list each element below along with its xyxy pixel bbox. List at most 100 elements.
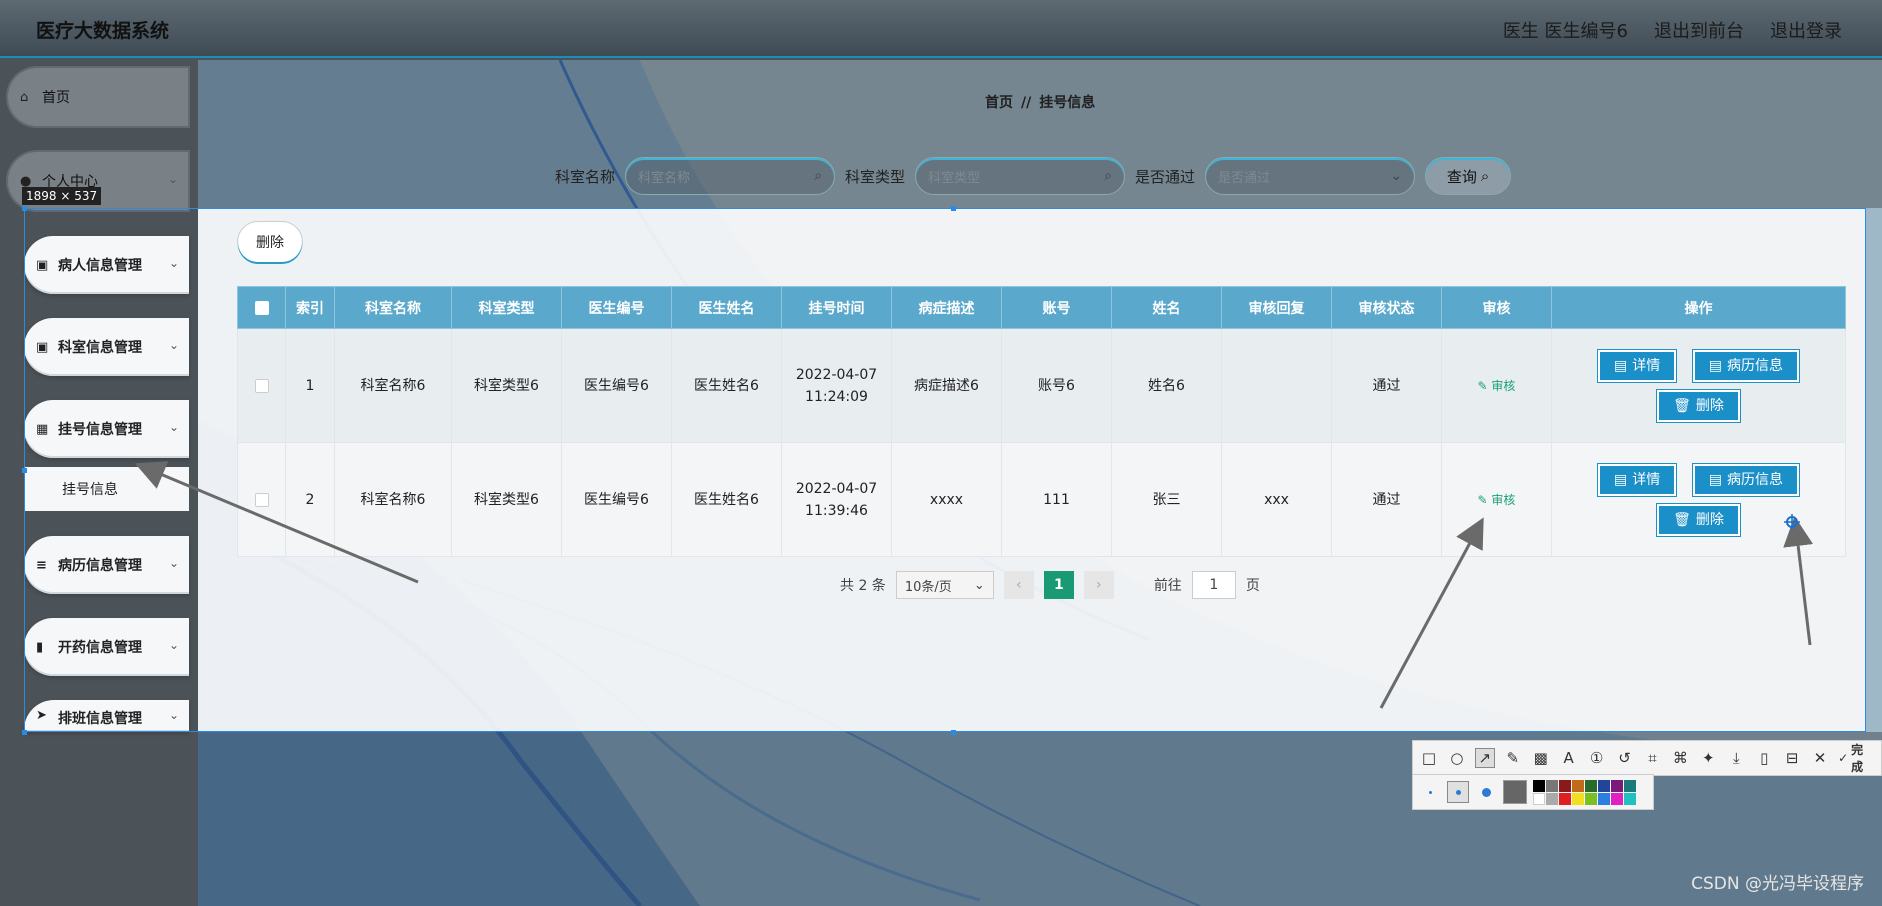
ocr-icon[interactable]: ⌗ bbox=[1643, 749, 1663, 767]
query-button[interactable]: 查询 ⌕ bbox=[1425, 157, 1512, 195]
medical-record-button[interactable]: ▤ 病历信息 bbox=[1692, 463, 1799, 496]
selection-handle[interactable] bbox=[951, 206, 956, 211]
column-header: 审核状态 bbox=[1331, 286, 1442, 329]
document-icon: ▤ bbox=[1614, 357, 1628, 374]
table-row: 2 科室名称6 科室类型6 医生编号6 医生姓名6 2022-04-07 11:… bbox=[237, 442, 1846, 557]
select-all-checkbox[interactable] bbox=[254, 300, 269, 315]
trash-icon: 🗑 bbox=[1673, 397, 1691, 414]
next-page-button[interactable]: › bbox=[1083, 571, 1114, 599]
detail-button[interactable]: ▤ 详情 bbox=[1598, 349, 1677, 382]
cell-index: 1 bbox=[285, 328, 335, 443]
sidebar-item-label: 首页 bbox=[42, 90, 70, 106]
color-swatch[interactable] bbox=[1598, 792, 1610, 805]
color-swatches bbox=[1533, 779, 1636, 805]
color-swatch[interactable] bbox=[1559, 792, 1571, 805]
ellipse-icon[interactable]: ○ bbox=[1447, 749, 1467, 767]
mosaic-icon[interactable]: ▩ bbox=[1531, 749, 1551, 767]
color-swatch[interactable] bbox=[1546, 792, 1558, 805]
color-swatch[interactable] bbox=[1611, 792, 1623, 805]
goto-page-input[interactable]: 1 bbox=[1191, 571, 1236, 599]
color-swatch[interactable] bbox=[1585, 779, 1597, 792]
phone-icon[interactable]: ▯ bbox=[1754, 749, 1774, 767]
cell-index: 2 bbox=[285, 442, 335, 557]
color-swatch[interactable] bbox=[1546, 779, 1558, 792]
goto-label: 前往 bbox=[1153, 578, 1182, 594]
sidebar-item-home[interactable]: ⌂ 首页 bbox=[8, 68, 188, 126]
selection-handle[interactable] bbox=[22, 730, 27, 735]
rectangle-icon[interactable]: □ bbox=[1419, 749, 1439, 767]
pass-status-label: 是否通过 bbox=[1135, 167, 1196, 186]
pencil-icon[interactable]: ✎ bbox=[1503, 749, 1523, 767]
cancel-icon[interactable]: ✕ bbox=[1810, 749, 1830, 767]
undo-icon[interactable]: ↺ bbox=[1615, 749, 1635, 767]
breadcrumb-home[interactable]: 首页 bbox=[985, 95, 1013, 111]
brush-size-small[interactable] bbox=[1419, 781, 1441, 803]
page-unit-label: 页 bbox=[1245, 578, 1260, 594]
logout-link[interactable]: 退出登录 bbox=[1770, 17, 1842, 43]
color-swatch[interactable] bbox=[1533, 779, 1545, 792]
text-tool-icon[interactable]: A bbox=[1559, 749, 1579, 767]
registration-table: 索引 科室名称 科室类型 医生编号 医生姓名 挂号时间 病症描述 账号 姓名 审… bbox=[237, 286, 1846, 557]
color-swatch[interactable] bbox=[1533, 792, 1545, 805]
row-checkbox[interactable] bbox=[254, 378, 269, 393]
audit-link[interactable]: ✎ 审核 bbox=[1478, 493, 1516, 507]
page-size-select[interactable]: 10条/页 ⌄ bbox=[895, 571, 994, 599]
total-count: 共 2 条 bbox=[840, 578, 886, 594]
color-swatch[interactable] bbox=[1572, 779, 1584, 792]
color-swatch[interactable] bbox=[1572, 792, 1584, 805]
selection-handle[interactable] bbox=[22, 468, 27, 473]
dept-name-placeholder: 科室名称 bbox=[638, 170, 691, 186]
cell-desc: xxxx bbox=[891, 442, 1002, 557]
detail-button[interactable]: ▤ 详情 bbox=[1598, 463, 1677, 496]
done-button[interactable]: ✓ 完成 bbox=[1838, 741, 1875, 775]
column-header: 审核 bbox=[1441, 286, 1552, 329]
selection-handle[interactable] bbox=[22, 206, 27, 211]
breadcrumb: 首页 // 挂号信息 bbox=[985, 92, 1095, 112]
arrow-tool-icon[interactable]: ↗ bbox=[1474, 748, 1495, 768]
download-icon[interactable]: ⤓ bbox=[1726, 749, 1746, 767]
pass-status-placeholder: 是否通过 bbox=[1218, 170, 1271, 186]
cell-audit: ✎ 审核 bbox=[1441, 328, 1552, 443]
delete-row-button-label: 删除 bbox=[1695, 511, 1724, 528]
color-swatch[interactable] bbox=[1611, 779, 1623, 792]
color-swatch[interactable] bbox=[1624, 779, 1636, 792]
selection-size-label: 1898 × 537 bbox=[22, 187, 102, 205]
dept-name-input[interactable]: 科室名称 ⌕ bbox=[625, 157, 836, 195]
select-all-cell bbox=[237, 286, 286, 329]
pass-status-select[interactable]: 是否通过 ⌄ bbox=[1205, 157, 1416, 195]
batch-delete-button[interactable]: 删除 bbox=[238, 222, 302, 262]
dept-type-input[interactable]: 科室类型 ⌕ bbox=[915, 157, 1126, 195]
cell-type: 科室类型6 bbox=[451, 442, 562, 557]
page-size-value: 10条/页 bbox=[904, 579, 952, 595]
cell-time: 2022-04-07 11:24:09 bbox=[781, 328, 892, 443]
pin-icon[interactable]: ✦ bbox=[1698, 749, 1718, 767]
color-swatch[interactable] bbox=[1598, 779, 1610, 792]
color-swatch[interactable] bbox=[1585, 792, 1597, 805]
selection-handle[interactable] bbox=[951, 730, 956, 735]
cell-account: 账号6 bbox=[1001, 328, 1112, 443]
number-marker-icon[interactable]: ① bbox=[1587, 749, 1607, 767]
delete-row-button[interactable]: 🗑 删除 bbox=[1657, 503, 1740, 536]
search-icon: ⌕ bbox=[1480, 167, 1490, 185]
column-header: 姓名 bbox=[1111, 286, 1222, 329]
color-swatch[interactable] bbox=[1559, 779, 1571, 792]
back-to-front-link[interactable]: 退出到前台 bbox=[1654, 17, 1744, 43]
audit-link[interactable]: ✎ 审核 bbox=[1478, 379, 1516, 393]
translate-icon[interactable]: ⌘ bbox=[1670, 749, 1690, 767]
row-checkbox[interactable] bbox=[254, 492, 269, 507]
row-checkbox-cell bbox=[237, 328, 286, 443]
cell-reply: xxx bbox=[1221, 442, 1332, 557]
color-swatch[interactable] bbox=[1624, 792, 1636, 805]
delete-row-button[interactable]: 🗑 删除 bbox=[1657, 389, 1740, 422]
medical-record-button[interactable]: ▤ 病历信息 bbox=[1692, 349, 1799, 382]
cell-status: 通过 bbox=[1331, 328, 1442, 443]
cell-actions: ▤ 详情 ▤ 病历信息 🗑 删除 bbox=[1551, 328, 1846, 443]
cell-time: 2022-04-07 11:39:46 bbox=[781, 442, 892, 557]
brush-size-large[interactable] bbox=[1475, 781, 1497, 803]
prev-page-button[interactable]: ‹ bbox=[1003, 571, 1034, 599]
page-number-current[interactable]: 1 bbox=[1043, 571, 1074, 599]
bookmark-icon[interactable]: ⊟ bbox=[1782, 749, 1802, 767]
current-color-swatch[interactable] bbox=[1503, 780, 1527, 804]
cell-doc-no: 医生编号6 bbox=[561, 328, 672, 443]
brush-size-medium[interactable] bbox=[1447, 781, 1469, 803]
